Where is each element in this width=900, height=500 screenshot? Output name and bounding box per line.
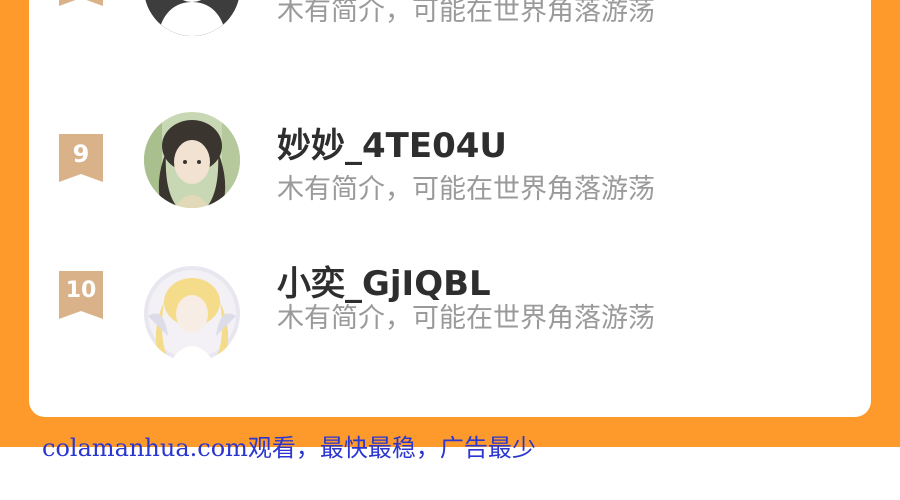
user-description: 木有简介，可能在世界角落游荡 bbox=[277, 0, 655, 27]
user-description: 木有简介，可能在世界角落游荡 bbox=[277, 174, 655, 205]
rank-badge: 9 bbox=[59, 134, 103, 182]
user-description: 木有简介，可能在世界角落游荡 bbox=[277, 303, 655, 334]
ribbon-icon bbox=[59, 0, 103, 6]
avatar[interactable] bbox=[144, 0, 240, 36]
user-name[interactable]: 妙妙_4TE04U bbox=[277, 118, 507, 167]
avatar[interactable] bbox=[144, 112, 240, 208]
ranking-row[interactable]: 9 妙妙_4TE04U 木有简介，可能在世界角落游荡 bbox=[29, 110, 871, 220]
rank-badge: 10 bbox=[59, 271, 103, 319]
angel-girl-avatar-icon bbox=[144, 266, 240, 362]
rank-number: 9 bbox=[72, 140, 90, 168]
ranking-row[interactable]: 8 _ 木有简介，可能在世界角落游荡 bbox=[29, 0, 871, 50]
rank-badge: 8 bbox=[59, 0, 103, 6]
rank-number: 10 bbox=[65, 278, 97, 303]
default-user-avatar-icon bbox=[144, 0, 240, 36]
ranking-card: 8 _ 木有简介，可能在世界角落游荡 9 bbox=[29, 0, 871, 417]
ranking-row[interactable]: 10 小奕_GjIQBL 木有简介，可能在世界角落游荡 bbox=[29, 264, 871, 376]
avatar[interactable] bbox=[144, 266, 240, 362]
anime-girl-avatar-icon bbox=[144, 112, 240, 208]
site-watermark: colamanhua.com观看，最快最稳，广告最少 bbox=[42, 434, 536, 462]
